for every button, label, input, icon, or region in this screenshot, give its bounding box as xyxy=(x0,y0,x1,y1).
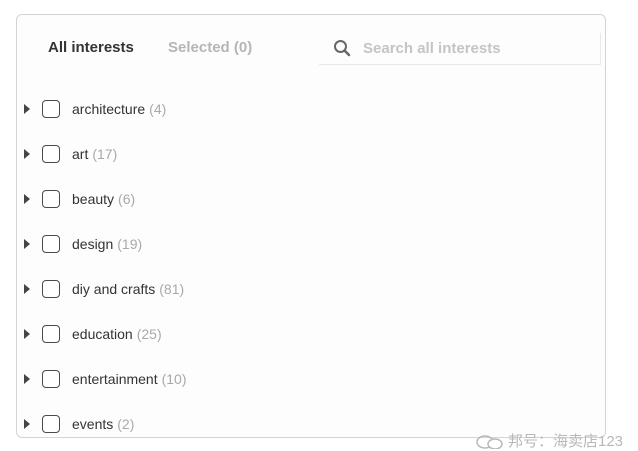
list-item: diy and crafts (81) xyxy=(17,267,605,312)
list-item: design (19) xyxy=(17,222,605,267)
interest-count: (6) xyxy=(118,191,136,207)
expand-caret-icon[interactable] xyxy=(24,374,30,384)
tab-bar: All interests Selected (0) xyxy=(17,15,605,79)
interest-name: entertainment xyxy=(72,371,158,387)
interest-checkbox[interactable] xyxy=(42,280,60,298)
interest-count: (19) xyxy=(117,236,143,252)
watermark: 邦号：海卖店123 xyxy=(476,430,623,450)
interest-checkbox[interactable] xyxy=(42,325,60,343)
interest-name: diy and crafts xyxy=(72,281,156,297)
list-item: art (17) xyxy=(17,132,605,177)
expand-caret-icon[interactable] xyxy=(24,419,30,429)
watermark-text: 邦号：海卖店123 xyxy=(508,433,624,450)
expand-caret-icon[interactable] xyxy=(24,194,30,204)
expand-caret-icon[interactable] xyxy=(24,149,30,159)
interest-name: education xyxy=(72,326,133,342)
interest-label[interactable]: beauty (6) xyxy=(72,191,135,207)
expand-caret-icon[interactable] xyxy=(24,239,30,249)
search-box xyxy=(319,33,601,65)
interest-checkbox[interactable] xyxy=(42,415,60,433)
interest-count: (17) xyxy=(92,146,118,162)
list-item: entertainment (10) xyxy=(17,357,605,402)
interest-checkbox[interactable] xyxy=(42,190,60,208)
search-input[interactable] xyxy=(363,37,593,59)
interest-count: (4) xyxy=(149,101,167,117)
list-item: beauty (6) xyxy=(17,177,605,222)
wechat-icon xyxy=(476,435,503,450)
interest-checkbox[interactable] xyxy=(42,370,60,388)
tab-all-interests[interactable]: All interests xyxy=(48,39,134,56)
interest-label[interactable]: art (17) xyxy=(72,146,117,162)
interest-label[interactable]: diy and crafts (81) xyxy=(72,281,184,297)
interest-checkbox[interactable] xyxy=(42,145,60,163)
interest-label[interactable]: education (25) xyxy=(72,326,162,342)
interest-name: art xyxy=(72,146,89,162)
interest-label[interactable]: design (19) xyxy=(72,236,142,252)
interest-checkbox[interactable] xyxy=(42,235,60,253)
tab-selected[interactable]: Selected (0) xyxy=(168,39,252,56)
interest-list: architecture (4) art (17) beauty (6) design… xyxy=(17,87,605,437)
interest-label[interactable]: entertainment (10) xyxy=(72,371,187,387)
list-item: education (25) xyxy=(17,312,605,357)
interests-panel: All interests Selected (0) architecture(… xyxy=(16,14,606,438)
interest-count: (25) xyxy=(136,326,162,342)
expand-caret-icon[interactable] xyxy=(24,329,30,339)
interest-count: (10) xyxy=(161,371,187,387)
interest-name: architecture xyxy=(72,101,146,117)
search-icon[interactable] xyxy=(333,39,351,57)
list-item: architecture (4) xyxy=(17,87,605,132)
interest-count: (2) xyxy=(117,416,135,432)
interest-name: events xyxy=(72,416,114,432)
interest-name: design xyxy=(72,236,114,252)
interest-checkbox[interactable] xyxy=(42,100,60,118)
expand-caret-icon[interactable] xyxy=(24,284,30,294)
interest-label[interactable]: events (2) xyxy=(72,416,134,432)
interest-label[interactable]: architecture (4) xyxy=(72,101,166,117)
expand-caret-icon[interactable] xyxy=(24,104,30,114)
interest-name: beauty xyxy=(72,191,115,207)
interest-count: (81) xyxy=(159,281,185,297)
